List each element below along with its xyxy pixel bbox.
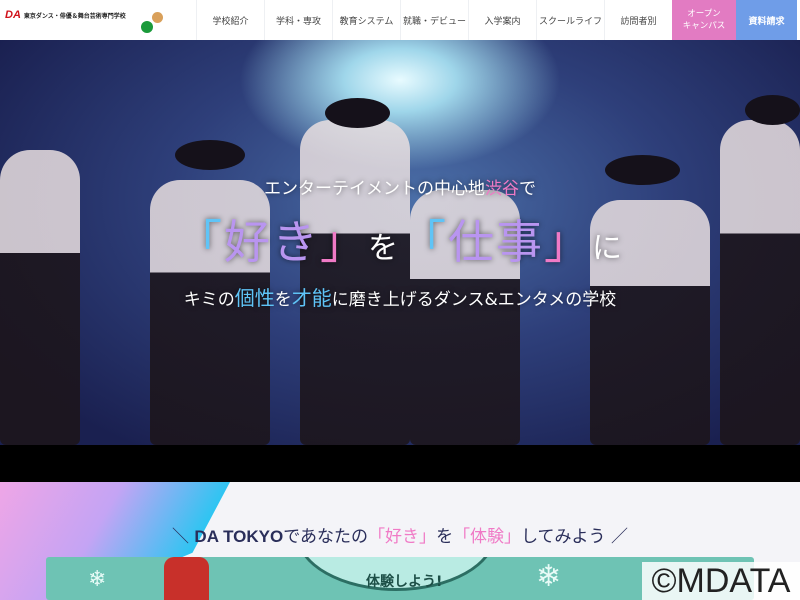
subline-text: を [274, 290, 292, 310]
section-title: ＼ DA TOKYOであなたの「好き」を「体験」してみよう ／ [0, 526, 800, 548]
nav-education-system[interactable]: 教育システム [332, 0, 400, 40]
ornament-icon [141, 21, 153, 33]
nav-departments[interactable]: 学科・専攻 [264, 0, 332, 40]
hero-tagline: エンターテイメントの中心地渋谷で [0, 178, 800, 200]
bracket: 「 [176, 215, 224, 269]
hat [745, 95, 800, 125]
nav-school-life[interactable]: スクールライフ [536, 0, 604, 40]
banner-text: 体験しよう! [366, 574, 443, 590]
hat [175, 140, 245, 170]
headline-word-like: 好き [224, 215, 320, 269]
snowflake-icon: ❄ [88, 567, 107, 592]
tagline-highlight: 渋谷 [485, 179, 519, 199]
nav-career-debut[interactable]: 就職・デビュー [400, 0, 468, 40]
hero-headline: 「好き」を「仕事」に [0, 212, 800, 279]
ornament-icon [152, 12, 163, 23]
banner-person-image [164, 557, 209, 600]
hero-banner: エンターテイメントの中心地渋谷で 「好き」を「仕事」に キミの個性を才能に磨き上… [0, 40, 800, 445]
logo-name: 東京ダンス・俳優＆舞台芸術専門学校 [23, 12, 126, 20]
hat [325, 98, 390, 128]
subline-text: キミの [183, 290, 235, 310]
title-text: であなたの [283, 527, 369, 547]
snowflake-icon: ❄ [536, 559, 562, 594]
title-end: してみよう [521, 527, 606, 547]
title-like: 「好き」 [368, 527, 437, 547]
open-campus-label-1: オープン [687, 9, 721, 19]
particle: に [592, 231, 624, 266]
hero-subline: キミの個性を才能に磨き上げるダンス&エンタメの学校 [0, 286, 800, 312]
tagline-suffix: で [519, 179, 536, 199]
bracket: 」 [544, 215, 592, 269]
title-experience: 「体験」 [453, 527, 522, 547]
nav-admission[interactable]: 入学案内 [468, 0, 536, 40]
slash-left: ＼ [172, 527, 190, 547]
subline-highlight: 個性 [234, 286, 275, 310]
headline-word-work: 仕事 [448, 215, 544, 269]
particle: を [368, 231, 400, 266]
slash-right: ／ [610, 527, 628, 547]
subline-text: に磨き上げるダンス&エンタメの学校 [331, 290, 617, 310]
bracket: 「 [400, 215, 448, 269]
dancer-image [720, 120, 800, 445]
subline-highlight: 才能 [291, 286, 332, 310]
hero-bottom-band [0, 445, 800, 482]
open-campus-button[interactable]: オープン キャンパス [672, 0, 736, 40]
title-particle: を [436, 527, 454, 547]
site-header: DA 東京ダンス・俳優＆舞台芸術専門学校 学校紹介 学科・専攻 教育システム 就… [0, 0, 800, 40]
dancer-image [300, 120, 410, 445]
logo-mark: DA [5, 9, 21, 21]
watermark: ©MDATA [642, 562, 800, 600]
nav-visitors[interactable]: 訪問者別 [604, 0, 672, 40]
bracket: 」 [320, 215, 368, 269]
request-materials-button[interactable]: 資料請求 [736, 0, 797, 40]
school-logo[interactable]: DA 東京ダンス・俳優＆舞台芸術専門学校 [5, 9, 126, 21]
nav-school-intro[interactable]: 学校紹介 [196, 0, 264, 40]
main-nav: 学校紹介 学科・専攻 教育システム 就職・デビュー 入学案内 スクールライフ 訪… [196, 0, 797, 40]
tagline-text: エンターテイメントの中心地 [264, 179, 485, 199]
open-campus-label-2: キャンパス [682, 21, 726, 31]
brand-name: DA TOKYO [194, 527, 284, 546]
